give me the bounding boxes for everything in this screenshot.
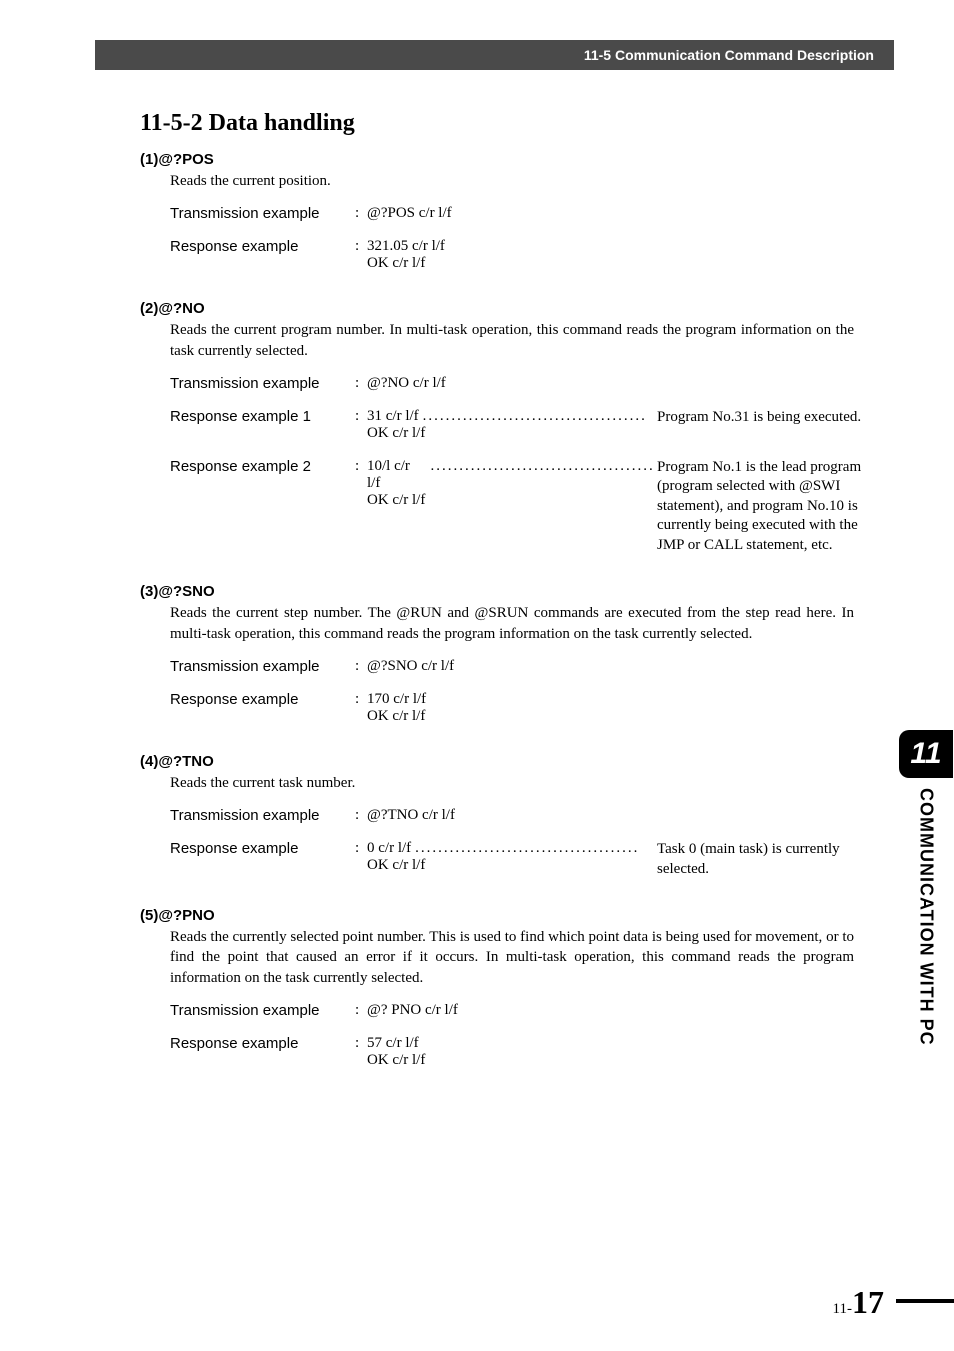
rx-line: OK c/r l/f (367, 857, 657, 874)
subsection-sno: (3)@?SNO Reads the current step number. … (140, 583, 854, 725)
rx-line: 57 c/r l/f (367, 1035, 854, 1052)
page-prefix: 11- (833, 1301, 852, 1318)
sub-desc: Reads the current position. (170, 171, 854, 191)
sub-num: (1) (140, 151, 158, 168)
subsection-pno: (5)@?PNO Reads the currently selected po… (140, 907, 854, 1069)
subsection-no: (2)@?NO Reads the current program number… (140, 300, 854, 555)
sub-num: (3) (140, 583, 158, 600)
colon: : (355, 1035, 367, 1052)
tx-value: @? PNO c/r l/f (367, 1002, 854, 1019)
rx-line: 0 c/r l/f (367, 840, 411, 857)
sub-cmd: @?NO (158, 300, 204, 317)
section-title: 11-5-2 Data handling (140, 110, 854, 137)
dots: ....................................... (411, 840, 657, 857)
colon: : (355, 375, 367, 392)
rx-line: OK c/r l/f (367, 255, 854, 272)
tx-value: @?TNO c/r l/f (367, 807, 854, 824)
side-tab: 11 COMMUNICATION WITH PC (898, 730, 954, 1046)
page-main: 17 (852, 1284, 884, 1321)
sub-desc: Reads the current step number. The @RUN … (170, 603, 854, 644)
sub-desc: Reads the currently selected point numbe… (170, 927, 854, 988)
sub-desc: Reads the current task number. (170, 773, 854, 793)
colon: : (355, 658, 367, 675)
colon: : (355, 1002, 367, 1019)
sub-num: (4) (140, 753, 158, 770)
rx-line: 170 c/r l/f (367, 691, 854, 708)
rx-label: Response example (170, 691, 355, 708)
rx-line: 10/l c/r l/f (367, 458, 427, 492)
page-line (896, 1299, 954, 1303)
rx-label: Response example (170, 238, 355, 255)
rx-label: Response example (170, 1035, 355, 1052)
page-content: 11-5-2 Data handling (1)@?POS Reads the … (140, 110, 854, 1097)
sub-desc: Reads the current program number. In mul… (170, 320, 854, 361)
tx-label: Transmission example (170, 1002, 355, 1019)
rx1-label: Response example 1 (170, 408, 355, 425)
tx-label: Transmission example (170, 658, 355, 675)
colon: : (355, 408, 367, 425)
rx-line: OK c/r l/f (367, 425, 657, 442)
sub-cmd: @?POS (158, 151, 213, 168)
sub-cmd: @?PNO (158, 907, 214, 924)
tx-value: @?NO c/r l/f (367, 375, 854, 392)
rx-line: 321.05 c/r l/f (367, 238, 854, 255)
sub-cmd: @?TNO (158, 753, 213, 770)
colon: : (355, 807, 367, 824)
sub-cmd: @?SNO (158, 583, 214, 600)
rx-value: 0 c/r l/f ..............................… (367, 840, 877, 879)
sub-num: (2) (140, 300, 158, 317)
rx-line: OK c/r l/f (367, 1052, 854, 1069)
rx-line: OK c/r l/f (367, 708, 854, 725)
tx-label: Transmission example (170, 807, 355, 824)
header-bar: 11-5 Communication Command Description (95, 40, 894, 70)
colon: : (355, 691, 367, 708)
colon: : (355, 840, 367, 857)
colon: : (355, 458, 367, 475)
rx1-value: 31 c/r l/f .............................… (367, 408, 877, 442)
rx2-value: 10/l c/r l/f ...........................… (367, 458, 877, 556)
sub-num: (5) (140, 907, 158, 924)
tx-label: Transmission example (170, 375, 355, 392)
dots: ....................................... (427, 458, 657, 475)
colon: : (355, 205, 367, 222)
note: Program No.31 is being executed. (657, 408, 877, 428)
subsection-pos: (1)@?POS Reads the current position. Tra… (140, 151, 854, 272)
header-title: 11-5 Communication Command Description (584, 47, 874, 63)
rx2-label: Response example 2 (170, 458, 355, 475)
chapter-title: COMMUNICATION WITH PC (916, 788, 937, 1046)
note: Program No.1 is the lead program (progra… (657, 458, 877, 556)
tx-value: @?POS c/r l/f (367, 205, 854, 222)
rx-value: 57 c/r l/f OK c/r l/f (367, 1035, 854, 1069)
rx-line: 31 c/r l/f (367, 408, 419, 425)
note: Task 0 (main task) is currently selected… (657, 840, 877, 879)
subsection-tno: (4)@?TNO Reads the current task number. … (140, 753, 854, 879)
tx-label: Transmission example (170, 205, 355, 222)
rx-line: OK c/r l/f (367, 492, 657, 509)
rx-label: Response example (170, 840, 355, 857)
chapter-tab: 11 (899, 730, 953, 778)
rx-value: 170 c/r l/f OK c/r l/f (367, 691, 854, 725)
rx-value: 321.05 c/r l/f OK c/r l/f (367, 238, 854, 272)
tx-value: @?SNO c/r l/f (367, 658, 854, 675)
page-number: 11- 17 (833, 1284, 884, 1321)
colon: : (355, 238, 367, 255)
dots: ....................................... (419, 408, 657, 425)
